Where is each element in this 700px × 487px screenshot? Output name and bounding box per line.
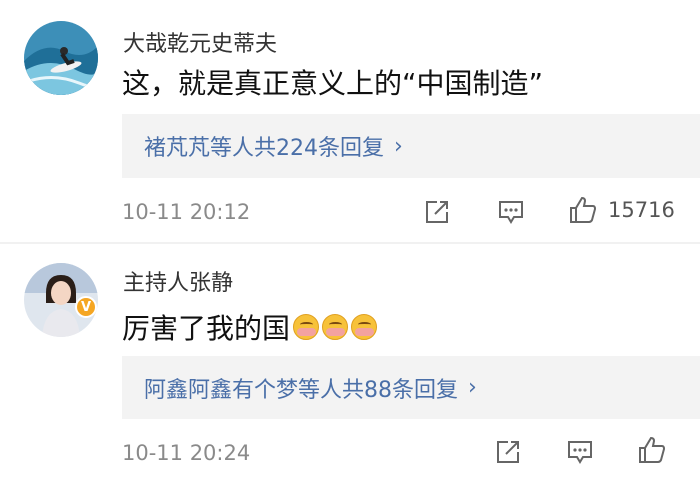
comment-text-body: 厉害了我的国 — [122, 312, 291, 345]
chevron-right-icon: › — [394, 133, 403, 159]
thumbs-up-icon — [639, 436, 666, 463]
reply-names: 褚芃芃等人 — [144, 136, 255, 161]
verified-badge-icon: V — [75, 296, 97, 318]
share-icon — [497, 441, 519, 463]
username[interactable]: 主持人张静 — [123, 265, 233, 297]
avatar[interactable] — [24, 21, 98, 95]
blush-emoji-icon — [351, 314, 378, 340]
comment-text-body: 这，就是真正意义上的“中国制造” — [122, 67, 544, 100]
reply-count: 共224条回复 — [254, 136, 385, 161]
replies-link[interactable]: 阿鑫阿鑫有个梦等人 共88条回复 › — [122, 356, 700, 419]
replies-link[interactable]: 褚芃芃等人 共224条回复 › — [122, 114, 700, 178]
chevron-right-icon: › — [468, 375, 477, 400]
comment-button[interactable] — [566, 438, 594, 466]
like-button[interactable]: 15716 — [568, 195, 675, 225]
comment-icon — [499, 201, 523, 224]
like-button[interactable] — [637, 435, 667, 465]
share-icon — [426, 201, 448, 223]
comment-button[interactable] — [497, 198, 525, 226]
share-button[interactable] — [494, 438, 522, 466]
blush-emoji-icon — [322, 314, 349, 340]
timestamp: 10-11 20:24 — [122, 441, 251, 465]
reply-count: 共88条回复 — [342, 377, 459, 403]
timestamp: 10-11 20:12 — [122, 200, 251, 224]
username[interactable]: 大哉乾元史蒂夫 — [123, 26, 277, 58]
thumbs-up-icon — [570, 196, 597, 223]
comment-item: V 主持人张静 厉害了我的国 阿鑫阿鑫有个梦等人 共88条回复 › 10-11 … — [0, 243, 700, 487]
share-button[interactable] — [423, 198, 451, 226]
reply-names: 阿鑫阿鑫有个梦等人 — [144, 377, 343, 403]
like-count: 15716 — [608, 198, 675, 222]
avatar-surfer-image — [24, 21, 98, 95]
blush-emoji-icon — [293, 314, 320, 340]
comment-text: 这，就是真正意义上的“中国制造” — [122, 62, 543, 102]
comment-text: 厉害了我的国 — [122, 307, 378, 347]
comment-item: 大哉乾元史蒂夫 这，就是真正意义上的“中国制造” 褚芃芃等人 共224条回复 ›… — [0, 0, 700, 243]
comment-icon — [568, 441, 592, 464]
